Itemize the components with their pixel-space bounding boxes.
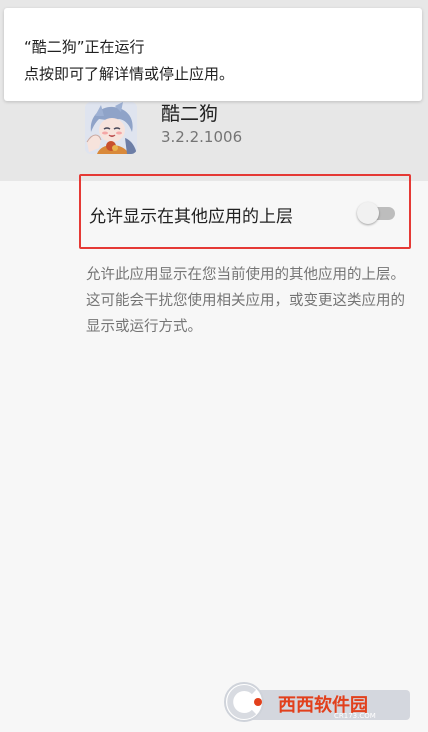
- notification-title: “酷二狗”正在运行: [24, 38, 145, 56]
- notification-text: 点按即可了解详情或停止应用。: [24, 65, 235, 83]
- cr173-logo-icon: 西西软件园 CR173.COM: [224, 682, 410, 722]
- running-notification[interactable]: “酷二狗”正在运行 点按即可了解详情或停止应用。: [4, 8, 422, 101]
- anime-avatar-icon: [85, 102, 137, 154]
- site-watermark: 西西软件园 CR173.COM: [222, 676, 422, 724]
- setting-label: 允许显示在其他应用的上层: [89, 207, 293, 227]
- overlay-permission-toggle[interactable]: [357, 201, 397, 225]
- setting-description: 允许此应用显示在您当前使用的其他应用的上层。这可能会干扰您使用相关应用，或变更这…: [86, 267, 405, 335]
- watermark-subtext: CR173.COM: [334, 712, 376, 720]
- app-version: 3.2.2.1006: [161, 128, 243, 146]
- app-name: 酷二狗: [161, 103, 219, 125]
- display-over-other-apps-setting[interactable]: 允许显示在其他应用的上层: [79, 174, 411, 249]
- toggle-thumb: [357, 202, 379, 224]
